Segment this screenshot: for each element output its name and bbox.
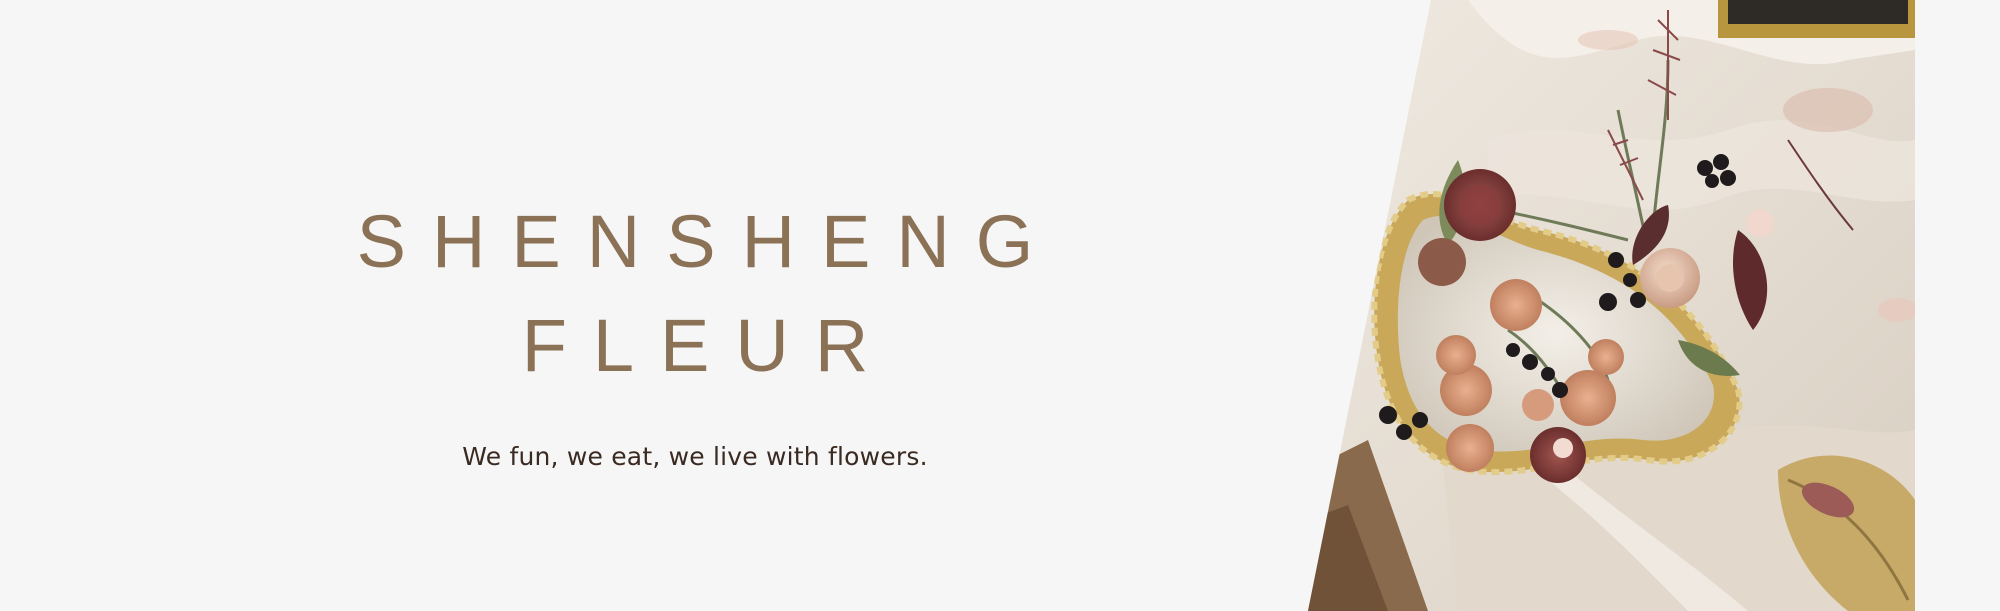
brand-title-line-2: FLEUR: [521, 304, 895, 387]
hero-photo: [1308, 0, 1915, 611]
brand-title: SHENSHENG FLEUR: [330, 190, 1060, 398]
brand-title-line-1: SHENSHENG: [356, 200, 1060, 283]
hero-banner: SHENSHENG FLEUR We fun, we eat, we live …: [0, 0, 2000, 611]
brand-tagline: We fun, we eat, we live with flowers.: [462, 442, 928, 471]
floral-arrangement-photo-icon: [1308, 0, 1915, 611]
hero-text-block: SHENSHENG FLEUR We fun, we eat, we live …: [330, 190, 1060, 471]
